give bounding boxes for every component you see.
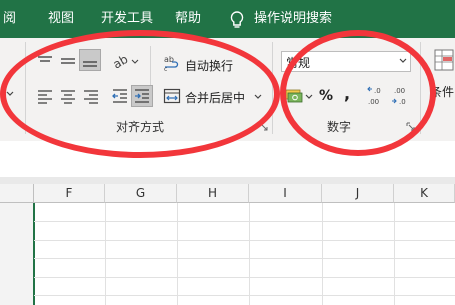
- worksheet-grid[interactable]: F G H I J K: [0, 177, 455, 305]
- selection-edge: [33, 203, 35, 305]
- column-header-G[interactable]: G: [105, 184, 177, 203]
- tab-developer[interactable]: 开发工具: [101, 11, 153, 27]
- row-gridline: [34, 258, 455, 259]
- tab-review[interactable]: 阅: [3, 11, 16, 27]
- column-gridline: [322, 203, 323, 305]
- column-gridline: [177, 203, 178, 305]
- row-gridline: [34, 240, 455, 241]
- row-gridline: [34, 295, 455, 296]
- column-header-H[interactable]: H: [177, 184, 249, 203]
- column-header-I[interactable]: I: [249, 184, 322, 203]
- annotation-oval-alignment: [0, 30, 280, 158]
- tab-view[interactable]: 视图: [48, 11, 74, 27]
- column-header-J[interactable]: J: [322, 184, 394, 203]
- conditional-formatting-icon[interactable]: [433, 48, 455, 72]
- column-gridline: [249, 203, 250, 305]
- row-header-strip[interactable]: [0, 203, 34, 305]
- row-gridline: [34, 277, 455, 278]
- select-all-corner[interactable]: [0, 184, 34, 203]
- ribbon-tab-bar: 阅 视图 开发工具 帮助 操作说明搜索: [0, 0, 455, 38]
- lightbulb-icon[interactable]: [228, 10, 246, 30]
- column-gridline: [105, 203, 106, 305]
- row-gridline: [34, 221, 455, 222]
- grid-top-band: [0, 177, 455, 184]
- column-gridline: [394, 203, 395, 305]
- annotation-oval-number: [280, 30, 436, 156]
- tell-me-search[interactable]: 操作说明搜索: [254, 11, 332, 27]
- column-header-K[interactable]: K: [394, 184, 455, 203]
- tab-help[interactable]: 帮助: [175, 11, 201, 27]
- column-header-F[interactable]: F: [34, 184, 105, 203]
